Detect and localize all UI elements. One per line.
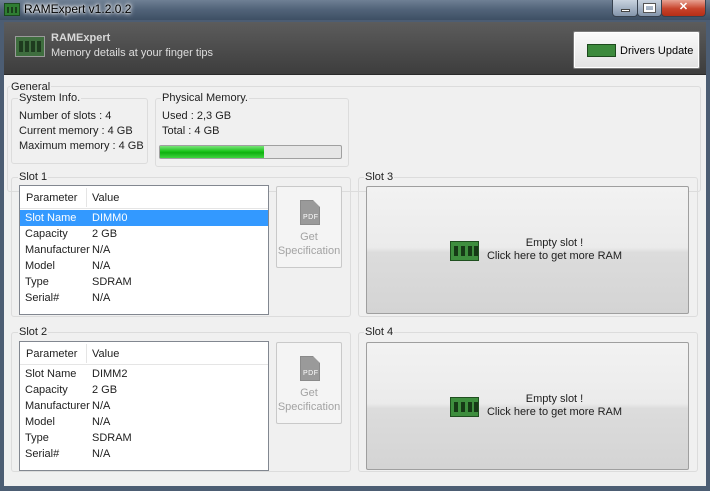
slot2-label: Slot 2 [18, 326, 49, 338]
memory-usage-bar [159, 145, 342, 159]
maximize-icon [643, 3, 656, 13]
table-row[interactable]: Capacity 2 GB [20, 382, 268, 398]
parameter-cell: Slot Name [25, 212, 77, 224]
value-cell: 2 GB [92, 384, 118, 396]
parameter-cell: Type [25, 276, 49, 288]
parameter-column-header[interactable]: Parameter [26, 192, 77, 204]
value-column-header[interactable]: Value [92, 192, 119, 204]
table-row[interactable]: Manufacturer N/A [20, 398, 268, 414]
get-label: Get [300, 231, 318, 243]
parameter-cell: Slot Name [25, 368, 77, 380]
ram-module-icon [15, 36, 45, 57]
pdf-document-icon: PDF [300, 356, 320, 381]
empty-slot-text: Empty slot ! [525, 393, 584, 405]
app-header: RAMExpert Memory details at your finger … [4, 22, 706, 75]
table-row[interactable]: Serial# N/A [20, 290, 268, 306]
table-row[interactable]: Model N/A [20, 258, 268, 274]
system-info-label: System Info. [18, 92, 82, 104]
table-row[interactable]: Model N/A [20, 414, 268, 430]
close-button[interactable]: ✕ [661, 0, 706, 17]
value-cell: SDRAM [92, 432, 132, 444]
parameter-cell: Manufacturer [25, 244, 90, 256]
slot-count-text: Number of slots : 4 [19, 110, 112, 122]
slot1-get-specification-button[interactable]: PDF Get Specification [276, 186, 342, 268]
minimize-button[interactable] [612, 0, 638, 17]
value-column-header[interactable]: Value [92, 348, 119, 360]
pdf-icon-text: PDF [303, 370, 319, 377]
value-cell: N/A [92, 292, 111, 304]
slot4-label: Slot 4 [364, 326, 395, 338]
table-row[interactable]: Slot Name DIMM0 [20, 210, 268, 226]
parameter-cell: Manufacturer [25, 400, 90, 412]
parameter-column-header[interactable]: Parameter [26, 348, 77, 360]
table-header: Parameter Value [20, 186, 268, 209]
table-header: Parameter Value [20, 342, 268, 365]
value-cell: SDRAM [92, 276, 132, 288]
value-cell: 2 GB [92, 228, 118, 240]
value-cell: DIMM2 [92, 368, 128, 380]
value-cell: N/A [92, 416, 111, 428]
parameter-cell: Capacity [25, 228, 68, 240]
value-cell: DIMM0 [92, 212, 128, 224]
parameter-cell: Serial# [25, 448, 60, 460]
current-memory-text: Current memory : 4 GB [19, 125, 133, 137]
column-divider [86, 188, 87, 207]
ram-module-icon [587, 44, 616, 57]
window-title: RAMExpert v1.2.0.2 [24, 2, 132, 16]
get-more-ram-text: Click here to get more RAM [486, 406, 623, 418]
parameter-cell: Type [25, 432, 49, 444]
slot1-table[interactable]: Parameter Value Slot Name DIMM0 Capacity… [19, 185, 269, 315]
pdf-document-icon: PDF [300, 200, 320, 225]
table-row[interactable]: Slot Name DIMM2 [20, 366, 268, 382]
specification-label: Specification [277, 401, 341, 413]
table-row[interactable]: Type SDRAM [20, 430, 268, 446]
table-row[interactable]: Type SDRAM [20, 274, 268, 290]
parameter-cell: Serial# [25, 292, 60, 304]
app-tagline: Memory details at your finger tips [51, 47, 214, 59]
slot2-get-specification-button[interactable]: PDF Get Specification [276, 342, 342, 424]
value-cell: N/A [92, 260, 111, 272]
specification-label: Specification [277, 245, 341, 257]
title-bar[interactable]: RAMExpert v1.2.0.2 ✕ [0, 0, 710, 20]
table-row[interactable]: Manufacturer N/A [20, 242, 268, 258]
parameter-cell: Model [25, 416, 55, 428]
slot1-label: Slot 1 [18, 171, 49, 183]
app-icon [4, 3, 20, 16]
slot4-get-more-ram-button[interactable]: Empty slot ! Click here to get more RAM [366, 342, 689, 470]
maximize-button[interactable] [637, 0, 662, 17]
memory-usage-fill [160, 146, 265, 158]
slot3-label: Slot 3 [364, 171, 395, 183]
physical-memory-label: Physical Memory. [161, 92, 249, 104]
memory-total-text: Total : 4 GB [162, 125, 220, 137]
maximum-memory-text: Maximum memory : 4 GB [19, 140, 144, 152]
slot2-table[interactable]: Parameter Value Slot Name DIMM2 Capacity… [19, 341, 269, 471]
table-row[interactable]: Capacity 2 GB [20, 226, 268, 242]
drivers-update-label: Drivers Update [620, 45, 694, 57]
get-more-ram-text: Click here to get more RAM [486, 250, 623, 262]
empty-slot-text: Empty slot ! [525, 237, 584, 249]
value-cell: N/A [92, 448, 111, 460]
memory-used-text: Used : 2,3 GB [162, 110, 232, 122]
slot3-get-more-ram-button[interactable]: Empty slot ! Click here to get more RAM [366, 186, 689, 314]
table-row[interactable]: Serial# N/A [20, 446, 268, 462]
pdf-icon-text: PDF [303, 214, 319, 221]
app-name: RAMExpert [51, 32, 111, 44]
minimize-icon [620, 9, 630, 12]
value-cell: N/A [92, 400, 111, 412]
column-divider [86, 344, 87, 363]
drivers-update-button[interactable]: Drivers Update [573, 31, 700, 69]
value-cell: N/A [92, 244, 111, 256]
get-label: Get [300, 387, 318, 399]
close-icon: ✕ [678, 1, 689, 13]
parameter-cell: Model [25, 260, 55, 272]
parameter-cell: Capacity [25, 384, 68, 396]
client-area: RAMExpert Memory details at your finger … [4, 22, 706, 486]
